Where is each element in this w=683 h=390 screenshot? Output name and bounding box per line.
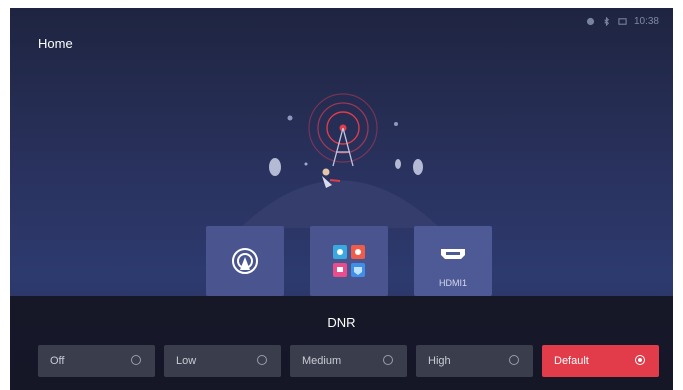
option-medium[interactable]: Medium bbox=[290, 345, 407, 377]
page-title: Home bbox=[38, 36, 73, 51]
option-high[interactable]: High bbox=[416, 345, 533, 377]
hill-shape bbox=[240, 180, 440, 228]
radio-icon bbox=[131, 355, 141, 365]
dnr-options: Off Low Medium High Default bbox=[38, 345, 659, 377]
option-label: Off bbox=[50, 355, 65, 367]
option-label: Default bbox=[554, 355, 589, 367]
option-label: Medium bbox=[302, 355, 342, 367]
tile-label: HDMI1 bbox=[438, 278, 467, 288]
status-bar: 10:38 bbox=[586, 16, 659, 27]
tv-screen: Home 10:38 HDMI1 DNR Off Low Medium High… bbox=[10, 8, 673, 390]
dialog-title: DNR bbox=[327, 315, 356, 330]
broadcast-tower-icon bbox=[308, 93, 378, 167]
option-default[interactable]: Default bbox=[542, 345, 659, 377]
radio-icon bbox=[509, 355, 519, 365]
antenna-icon bbox=[232, 248, 258, 274]
source-tiles: HDMI1 bbox=[206, 226, 492, 296]
option-off[interactable]: Off bbox=[38, 345, 155, 377]
radio-icon bbox=[257, 355, 267, 365]
bluetooth-icon bbox=[604, 17, 610, 26]
tree-icon bbox=[269, 158, 423, 176]
hero-illustration bbox=[240, 93, 440, 228]
tile-apps[interactable] bbox=[310, 226, 388, 296]
radio-selected-icon bbox=[635, 355, 645, 365]
option-label: High bbox=[428, 355, 451, 367]
tile-antenna[interactable] bbox=[206, 226, 284, 296]
radio-icon bbox=[383, 355, 393, 365]
network-icon bbox=[586, 17, 595, 26]
option-low[interactable]: Low bbox=[164, 345, 281, 377]
hdmi-icon bbox=[441, 249, 465, 259]
clock: 10:38 bbox=[633, 16, 659, 27]
dnr-dialog: DNR Off Low Medium High Default bbox=[10, 296, 673, 390]
option-label: Low bbox=[176, 355, 197, 367]
apps-icon bbox=[333, 245, 365, 277]
source-icon bbox=[618, 18, 627, 25]
tile-hdmi1[interactable]: HDMI1 bbox=[414, 226, 492, 296]
